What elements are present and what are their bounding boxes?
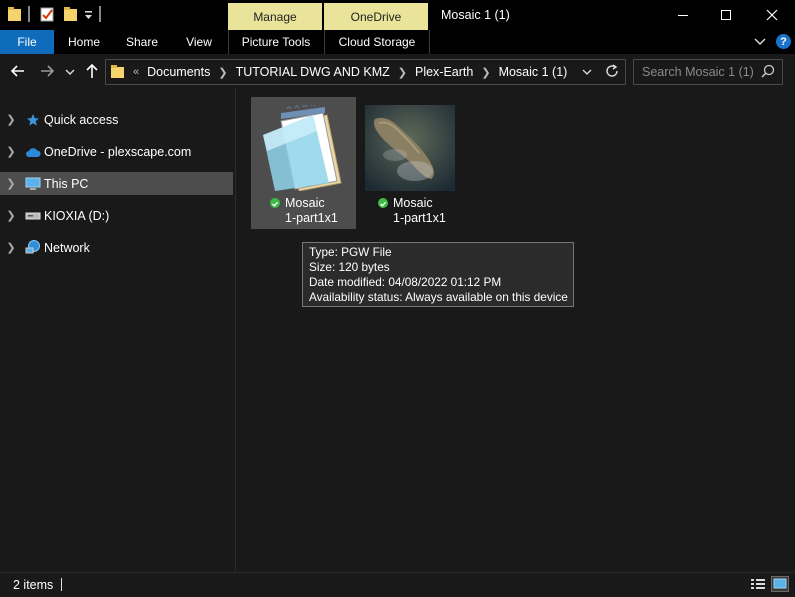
sidebar-item-network[interactable]: ❯ Network [0, 236, 233, 259]
forward-button[interactable] [39, 63, 55, 79]
file-name-line: 1-part1x1 [285, 211, 338, 225]
breadcrumb-overflow[interactable]: « [133, 66, 139, 78]
chevron-down-icon [65, 69, 75, 75]
sync-status-icon [378, 198, 388, 208]
sync-status-icon [270, 198, 280, 208]
address-bar[interactable]: « Documents ❯ TUTORIAL DWG AND KMZ ❯ Ple… [105, 59, 626, 85]
arrow-right-icon [41, 65, 55, 77]
toolbar-separator [28, 6, 30, 22]
window-title: Mosaic 1 (1) [441, 8, 510, 22]
tab-picture-tools[interactable]: Picture Tools [228, 30, 323, 54]
chevron-right-icon[interactable]: ❯ [0, 241, 22, 254]
back-button[interactable] [10, 63, 26, 79]
sidebar-item-label: OneDrive - plexscape.com [44, 144, 192, 159]
tab-home[interactable]: Home [58, 30, 110, 54]
status-bar [0, 572, 795, 597]
search-box[interactable] [633, 59, 783, 85]
chevron-right-icon[interactable]: ❯ [0, 113, 22, 126]
sidebar-item-label: This PC [44, 176, 89, 191]
file-name-line: Mosaic [393, 196, 433, 210]
search-icon[interactable] [761, 64, 775, 78]
manage-context-header: Manage [228, 3, 322, 30]
details-view-icon [751, 579, 765, 589]
tab-cloud-storage[interactable]: Cloud Storage [324, 30, 430, 54]
toolbar-separator [99, 6, 101, 22]
cloud-icon [22, 146, 44, 158]
breadcrumb-separator-icon[interactable]: ❯ [398, 66, 407, 79]
chevron-right-icon[interactable]: ❯ [0, 177, 22, 190]
details-view-button[interactable] [750, 577, 766, 591]
file-name: Mosaic 1-part1x1 [393, 196, 446, 226]
minimize-button[interactable] [660, 0, 706, 30]
expand-ribbon-button[interactable] [753, 35, 767, 49]
image-thumbnail-icon [365, 105, 455, 191]
maximize-button[interactable] [703, 0, 749, 30]
chevron-down-icon [754, 38, 766, 45]
breadcrumb-separator-icon[interactable]: ❯ [481, 66, 490, 79]
refresh-button[interactable] [604, 63, 620, 79]
large-icons-view-icon [773, 578, 787, 589]
notepad-file-icon [255, 102, 351, 192]
minimize-icon [678, 15, 688, 16]
tab-view[interactable]: View [174, 30, 224, 54]
sidebar-item-quick-access[interactable]: ❯ Quick access [0, 108, 233, 131]
star-icon [22, 113, 44, 127]
address-history-button[interactable] [582, 66, 592, 76]
arrow-up-icon [86, 63, 98, 78]
sidebar-item-label: KIOXIA (D:) [44, 208, 110, 223]
chevron-down-icon [582, 69, 592, 75]
file-name-line: 1-part1x1 [393, 211, 446, 225]
large-icons-view-button[interactable] [771, 576, 789, 592]
breadcrumb-separator-icon[interactable]: ❯ [218, 66, 227, 79]
onedrive-context-header: OneDrive [324, 3, 428, 30]
breadcrumb-item[interactable]: Plex-Earth [415, 65, 473, 79]
file-item[interactable]: Mosaic 1-part1x1 [251, 97, 356, 229]
tooltip-size: Size: 120 bytes [309, 260, 390, 274]
chevron-right-icon[interactable]: ❯ [0, 145, 22, 158]
properties-icon[interactable] [40, 6, 55, 22]
tooltip-availability: Availability status: Always available on… [309, 290, 568, 304]
file-name: Mosaic 1-part1x1 [285, 196, 338, 226]
recent-locations-button[interactable] [65, 66, 75, 76]
sidebar-item-onedrive[interactable]: ❯ OneDrive - plexscape.com [0, 140, 233, 163]
close-button[interactable] [749, 0, 795, 30]
tooltip-type: Type: PGW File [309, 245, 392, 259]
maximize-icon [721, 10, 731, 20]
arrow-left-icon [10, 65, 24, 77]
help-button[interactable]: ? [776, 34, 791, 49]
customize-toolbar-icon[interactable] [84, 9, 94, 21]
folder-icon [111, 65, 125, 79]
sidebar-item-label: Network [44, 240, 90, 255]
breadcrumb-item[interactable]: Documents [147, 65, 210, 79]
computer-icon [22, 177, 44, 191]
tab-share[interactable]: Share [116, 30, 168, 54]
item-count: 2 items [13, 578, 54, 592]
breadcrumb-item[interactable]: TUTORIAL DWG AND KMZ [236, 65, 390, 79]
network-icon [22, 240, 44, 255]
sidebar-item-label: Quick access [44, 112, 119, 127]
breadcrumb-item[interactable]: Mosaic 1 (1) [499, 65, 568, 79]
drive-icon [22, 211, 44, 221]
file-name-line: Mosaic [285, 196, 325, 210]
tab-file[interactable]: File [0, 30, 54, 54]
search-input[interactable] [640, 63, 759, 81]
refresh-icon [606, 64, 618, 77]
up-button[interactable] [84, 63, 100, 79]
sidebar-item-kioxia-drive[interactable]: ❯ KIOXIA (D:) [0, 204, 233, 227]
close-icon [766, 9, 778, 21]
status-separator [61, 578, 62, 591]
file-info-tooltip: Type: PGW File Size: 120 bytes Date modi… [302, 242, 574, 307]
sidebar-item-this-pc[interactable]: ❯ This PC [0, 172, 233, 195]
new-folder-icon[interactable] [64, 7, 78, 22]
file-item[interactable]: Mosaic 1-part1x1 [359, 97, 464, 229]
tooltip-date-modified: Date modified: 04/08/2022 01:12 PM [309, 275, 502, 289]
folder-icon [8, 7, 22, 22]
chevron-right-icon[interactable]: ❯ [0, 209, 22, 222]
